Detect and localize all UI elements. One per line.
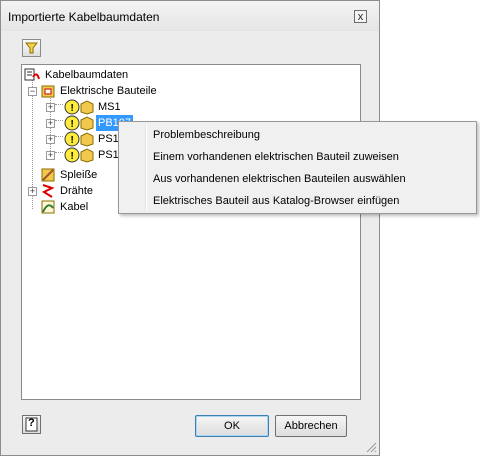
expand-icon[interactable]: + [46, 135, 55, 144]
menu-item-assign-existing[interactable]: Einem vorhandenen elektrischen Bauteil z… [153, 147, 399, 167]
tree-label: Drähte [60, 185, 94, 197]
tree-item-part[interactable]: + ! MS1 [46, 99, 186, 115]
warning-icon: ! [64, 115, 80, 131]
expand-icon[interactable]: + [46, 103, 55, 112]
harness-tree[interactable]: Kabelbaumdaten − Elektrische Bauteile + … [21, 64, 361, 400]
svg-text:!: ! [71, 103, 74, 114]
harness-data-icon [24, 68, 40, 81]
ok-button[interactable]: OK [195, 415, 269, 437]
title-bar[interactable]: Importierte Kabelbaumdaten x [1, 1, 379, 31]
warning-icon: ! [64, 147, 80, 163]
tree-label: Kabel [60, 201, 89, 213]
svg-text:!: ! [71, 135, 74, 146]
filter-icon [24, 42, 39, 54]
warning-icon: ! [64, 99, 80, 115]
tree-item-electrical-parts[interactable]: − Elektrische Bauteile [28, 83, 228, 99]
dialog-title: Importierte Kabelbaumdaten [8, 10, 160, 24]
expand-icon[interactable]: + [46, 151, 55, 160]
part-icon [80, 116, 94, 131]
tree-label: Spleiße [60, 169, 98, 181]
part-icon [80, 132, 94, 147]
help-button[interactable]: ? [22, 415, 41, 434]
part-icon [80, 100, 94, 115]
resize-grip-icon[interactable] [363, 439, 377, 453]
menu-item-select-from-existing[interactable]: Aus vorhandenen elektrischen Bauteilen a… [153, 169, 406, 189]
electrical-parts-icon [41, 85, 55, 98]
cancel-button[interactable]: Abbrechen [275, 415, 347, 437]
collapse-icon[interactable]: − [28, 87, 37, 96]
help-glyph: ? [28, 417, 35, 429]
import-dialog: Importierte Kabelbaumdaten x Kabelbaumda… [0, 0, 380, 456]
menu-item-problem-description[interactable]: Problembeschreibung [153, 125, 260, 145]
tree-label: Elektrische Bauteile [60, 85, 157, 97]
splice-icon [41, 168, 55, 182]
cable-icon [41, 200, 55, 214]
menu-gutter [145, 124, 147, 211]
close-button[interactable]: x [354, 10, 367, 23]
wire-icon [41, 184, 55, 198]
part-icon [80, 148, 94, 163]
svg-text:!: ! [71, 119, 74, 130]
expand-icon[interactable]: + [46, 119, 55, 128]
filter-button[interactable] [22, 39, 41, 57]
tree-label: PS1 [98, 149, 119, 161]
expand-icon[interactable]: + [28, 187, 37, 196]
tree-label: Kabelbaumdaten [45, 69, 129, 81]
tree-item-root[interactable]: Kabelbaumdaten [24, 67, 224, 83]
svg-text:!: ! [71, 151, 74, 162]
menu-item-insert-from-catalog[interactable]: Elektrisches Bauteil aus Katalog-Browser… [153, 191, 399, 211]
context-menu: Problembeschreibung Einem vorhandenen el… [118, 121, 477, 214]
tree-label: MS1 [98, 101, 121, 113]
warning-icon: ! [64, 131, 80, 147]
